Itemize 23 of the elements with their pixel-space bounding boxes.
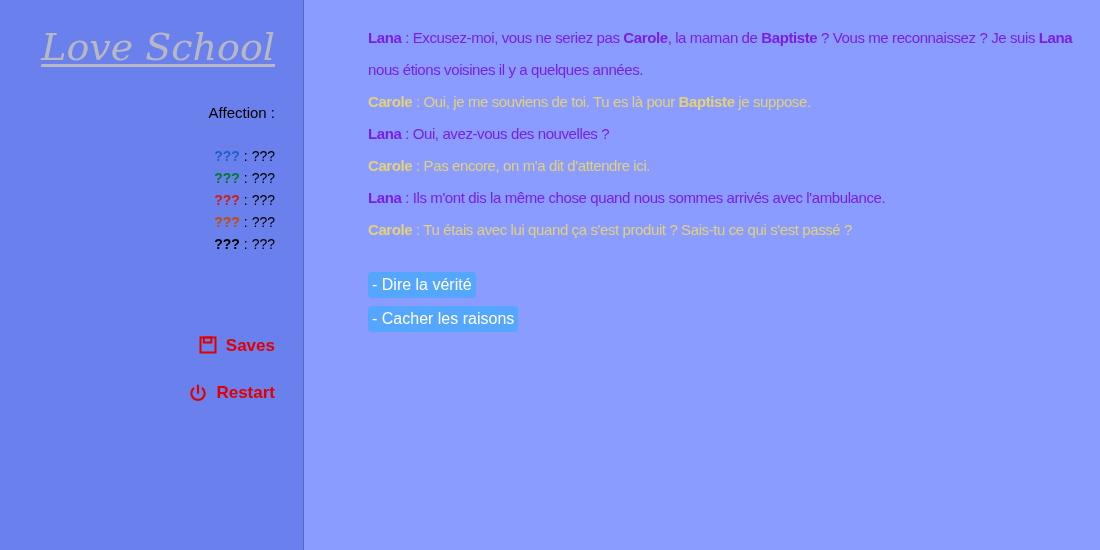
character-name: ??? <box>214 168 240 188</box>
affection-value: : ??? <box>243 190 275 210</box>
dialogue-line: Lana : Oui, avez-vous des nouvelles ? <box>368 124 611 144</box>
affection-value: : ??? <box>243 234 275 254</box>
affection-value: : ??? <box>243 212 275 232</box>
choice-button[interactable]: - Dire la vérité <box>368 272 476 298</box>
dialogue-line: Carole : Tu étais avec lui quand ça s'est produit ? Sais-tu ce qui s'est passé ? <box>368 220 854 240</box>
affection-label: Affection : <box>208 103 275 123</box>
character-name: ??? <box>214 190 240 210</box>
character-name: ??? <box>214 234 240 254</box>
saves-button[interactable]: Saves <box>197 332 275 358</box>
dialogue-line: Carole : Pas encore, on m'a dit d'attendre ici. <box>368 156 652 176</box>
game-title: Love School <box>41 24 275 70</box>
power-icon <box>188 382 209 403</box>
affection-value: : ??? <box>243 168 275 188</box>
dialogue-line: Lana : Ils m'ont dis la même chose quand nous sommes arrivés avec l'ambulance. <box>368 188 887 208</box>
character-name: ??? <box>214 146 240 166</box>
character-name: ??? <box>214 212 240 232</box>
choice-button[interactable]: - Cacher les raisons <box>368 306 519 332</box>
dialogue-line: Lana : Excusez-moi, vous ne seriez pas Carole, la maman de Baptiste ? Vous me reconnaissez ? Je suis Lana nous étions voisines il y a quelques années. <box>368 28 1074 80</box>
affection-value: : ??? <box>243 146 275 166</box>
restart-button[interactable]: Restart <box>188 380 275 406</box>
dialogue-line: Carole : Oui, je me souviens de toi. Tu es là pour Baptiste je suppose. <box>368 92 812 112</box>
